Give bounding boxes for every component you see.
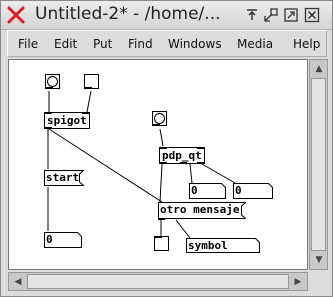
- pdp-qt-object[interactable]: pdp_qt: [159, 147, 205, 164]
- menu-windows[interactable]: Windows: [168, 37, 222, 51]
- bang-circle: [47, 76, 58, 87]
- outlet: [46, 87, 53, 89]
- otro-mensaje-label: otro mensaje: [160, 203, 240, 216]
- symbol-label: symbol: [188, 239, 228, 252]
- outlet: [158, 218, 165, 220]
- vertical-scrollbar[interactable]: ▲ ▼: [309, 59, 328, 270]
- number-value-right: 0: [235, 184, 242, 197]
- symbol-box[interactable]: symbol: [186, 238, 260, 254]
- bang-button-2[interactable]: [152, 111, 167, 126]
- menu-bar: File Edit Put Find Windows Media Help: [7, 30, 327, 57]
- number-box-right[interactable]: 0: [233, 183, 273, 199]
- minimize-icon[interactable]: [244, 7, 260, 23]
- start-label: start: [46, 171, 80, 184]
- scroll-up-icon[interactable]: ▲: [311, 61, 327, 77]
- menu-edit[interactable]: Edit: [54, 37, 77, 51]
- menu-put[interactable]: Put: [93, 37, 112, 51]
- spigot-object[interactable]: spigot: [44, 112, 90, 129]
- number-value-left: 0: [46, 233, 53, 246]
- maximize-icon[interactable]: [283, 7, 299, 23]
- toggle-button[interactable]: [84, 74, 99, 89]
- outlet: [85, 87, 92, 89]
- number-value-mid: 0: [191, 184, 198, 197]
- horizontal-scroll-thumb[interactable]: [27, 274, 289, 289]
- inlet: [160, 147, 167, 149]
- window-close-icon[interactable]: [304, 7, 320, 23]
- outlet: [45, 127, 52, 129]
- spigot-label: spigot: [47, 114, 87, 127]
- vertical-scroll-thumb[interactable]: [311, 78, 326, 251]
- menu-help[interactable]: Help: [293, 37, 320, 51]
- inlet: [45, 112, 52, 114]
- outlet: [197, 162, 204, 164]
- bang-circle: [154, 113, 165, 124]
- window-title: Untitled-2* - /home/...: [35, 4, 221, 24]
- inlet: [155, 236, 162, 238]
- menu-media[interactable]: Media: [237, 37, 273, 51]
- close-icon[interactable]: [5, 4, 27, 26]
- title-bar[interactable]: Untitled-2* - /home/...: [1, 1, 332, 30]
- menu-find[interactable]: Find: [128, 37, 153, 51]
- inlet: [82, 112, 89, 114]
- pdp-qt-label: pdp_qt: [162, 149, 202, 162]
- number-box-left[interactable]: 0: [44, 232, 82, 248]
- start-message[interactable]: start: [44, 170, 84, 186]
- toggle-button-2[interactable]: [154, 236, 169, 251]
- otro-mensaje-message[interactable]: otro mensaje: [158, 202, 246, 220]
- scroll-left-icon[interactable]: ◀: [10, 274, 26, 290]
- scroll-down-icon[interactable]: ▼: [311, 252, 327, 268]
- menu-file[interactable]: File: [18, 37, 38, 51]
- horizontal-scrollbar[interactable]: ◀ ▶: [8, 272, 308, 291]
- scroll-right-icon[interactable]: ▶: [290, 274, 306, 290]
- pd-patch-window: Untitled-2* - /home/... File Edit Put Fi…: [0, 0, 333, 297]
- restore-icon[interactable]: [263, 7, 279, 23]
- patch-canvas[interactable]: spigot pdp_qt start 0 0 0 otro mensaje s…: [8, 59, 308, 270]
- outlet: [180, 162, 187, 164]
- outlet: [160, 162, 167, 164]
- inlet: [197, 147, 204, 149]
- number-box-mid[interactable]: 0: [189, 183, 226, 199]
- bang-button[interactable]: [45, 74, 60, 89]
- outlet: [153, 124, 160, 126]
